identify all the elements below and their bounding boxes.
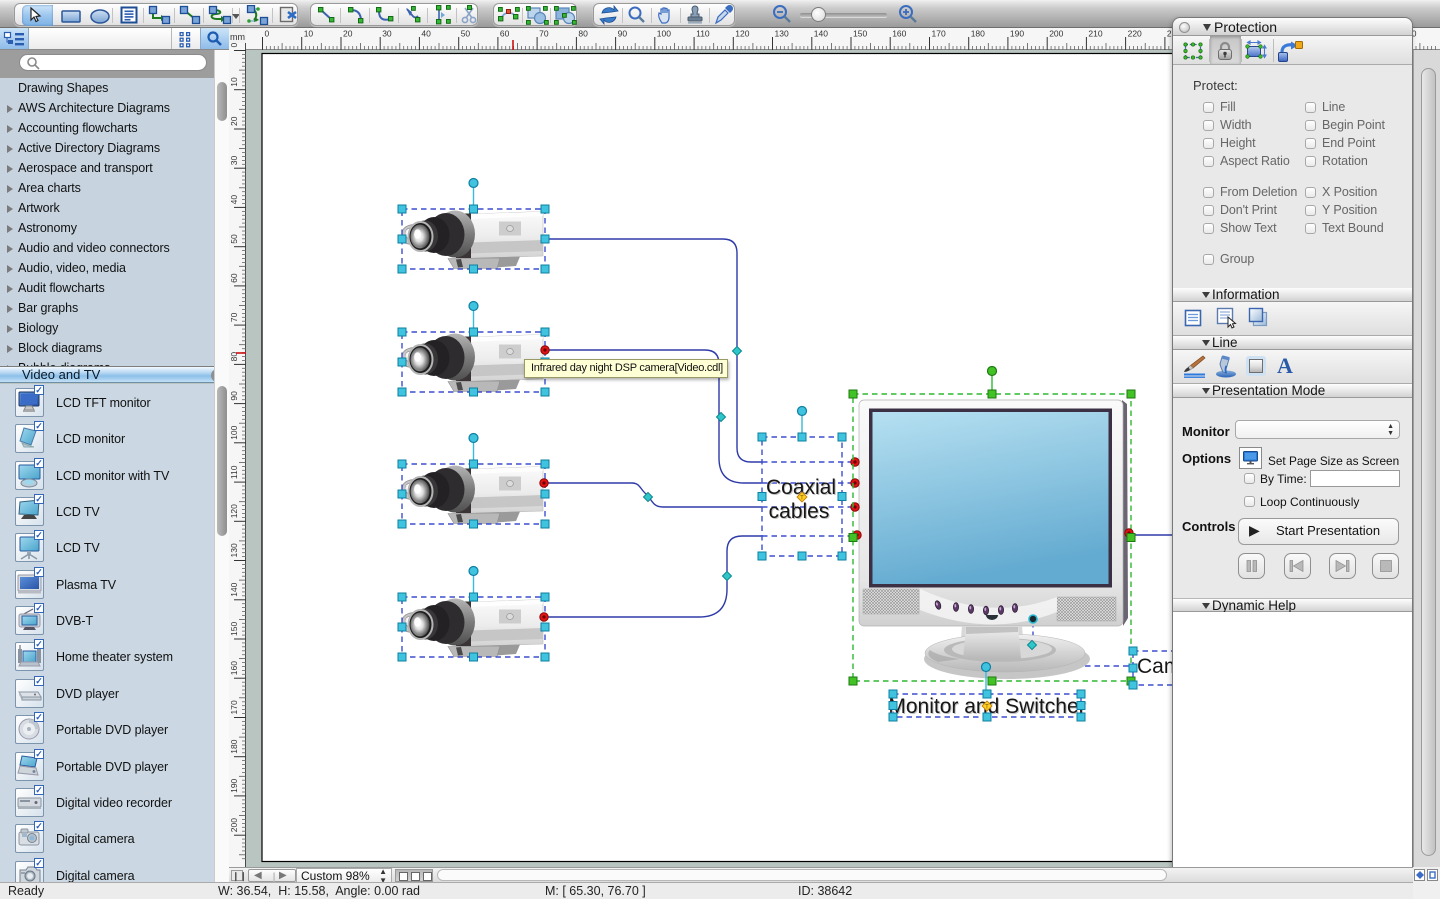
svg-text:150: 150 — [853, 29, 867, 39]
svg-text:140: 140 — [229, 582, 239, 596]
svg-text:50: 50 — [461, 29, 471, 39]
svg-text:100: 100 — [229, 425, 239, 439]
svg-text:10: 10 — [304, 29, 314, 39]
svg-text:110: 110 — [696, 29, 710, 39]
svg-text:30: 30 — [382, 29, 392, 39]
svg-text:170: 170 — [932, 29, 946, 39]
svg-text:190: 190 — [229, 778, 239, 792]
svg-text:70: 70 — [229, 312, 239, 322]
svg-text:60: 60 — [500, 29, 510, 39]
svg-text:160: 160 — [229, 661, 239, 675]
svg-text:180: 180 — [971, 29, 985, 39]
svg-text:cables: cables — [769, 500, 830, 523]
svg-text:160: 160 — [892, 29, 906, 39]
svg-text:T: T — [800, 496, 804, 502]
svg-text:90: 90 — [618, 29, 628, 39]
svg-text:50: 50 — [229, 234, 239, 244]
svg-text:20: 20 — [229, 116, 239, 126]
svg-text:40: 40 — [229, 195, 239, 205]
svg-text:200: 200 — [229, 818, 239, 832]
svg-text:110: 110 — [229, 465, 239, 479]
svg-text:130: 130 — [775, 29, 789, 39]
svg-text:170: 170 — [229, 700, 239, 714]
svg-text:10: 10 — [229, 77, 239, 87]
svg-text:200: 200 — [1049, 29, 1063, 39]
svg-text:T: T — [985, 705, 989, 711]
svg-text:180: 180 — [229, 739, 239, 753]
svg-text:60: 60 — [229, 273, 239, 283]
svg-text:140: 140 — [814, 29, 828, 39]
svg-text:40: 40 — [421, 29, 431, 39]
svg-text:210: 210 — [1088, 29, 1102, 39]
svg-text:120: 120 — [229, 504, 239, 518]
svg-text:80: 80 — [578, 29, 588, 39]
svg-text:130: 130 — [229, 543, 239, 557]
svg-text:20: 20 — [343, 29, 353, 39]
svg-text:100: 100 — [657, 29, 671, 39]
svg-text:120: 120 — [735, 29, 749, 39]
svg-text:0: 0 — [265, 29, 270, 39]
svg-text:220: 220 — [1128, 29, 1142, 39]
svg-text:150: 150 — [229, 622, 239, 636]
svg-text:190: 190 — [1010, 29, 1024, 39]
svg-text:70: 70 — [539, 29, 549, 39]
svg-text:90: 90 — [229, 391, 239, 401]
svg-text:30: 30 — [229, 155, 239, 165]
svg-text:0: 0 — [229, 43, 239, 48]
